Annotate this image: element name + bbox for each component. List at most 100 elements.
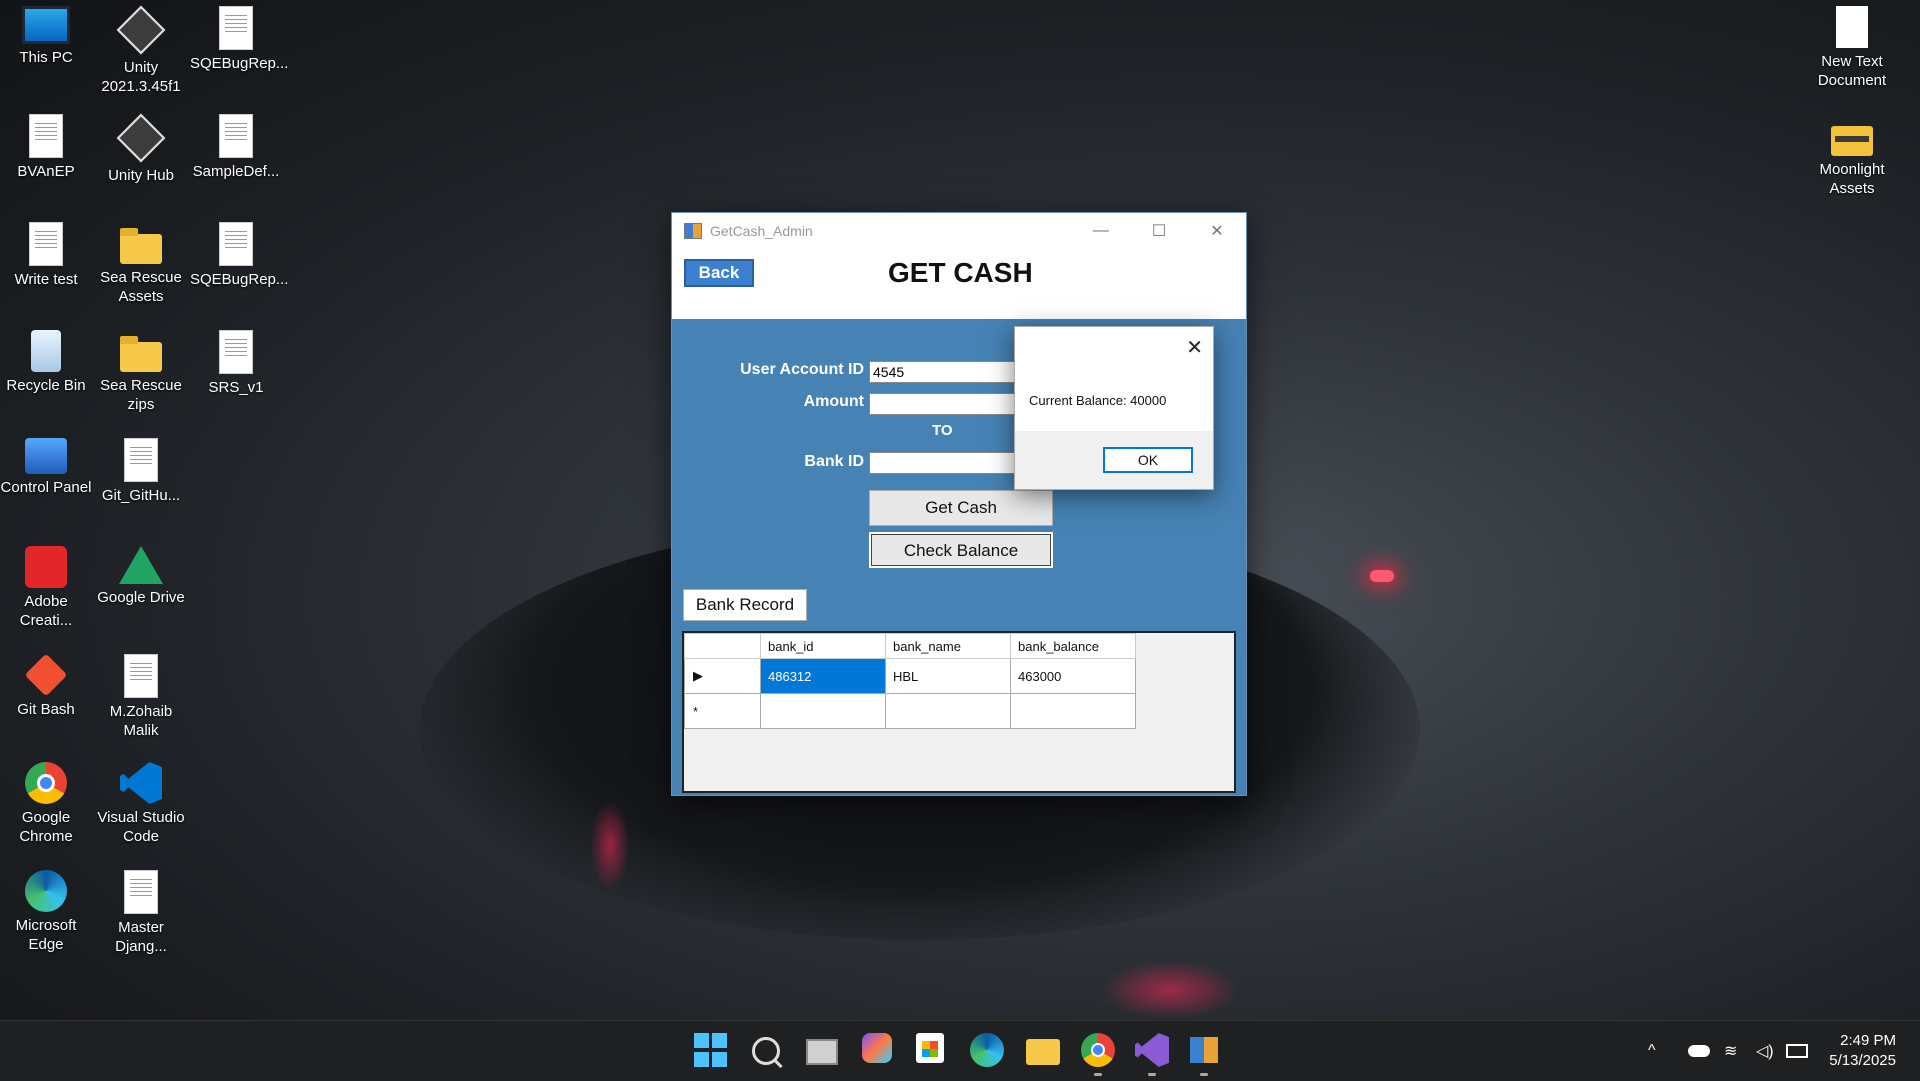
desktop-icon-sqebugrep-2[interactable]: SQEBugRep... [190, 216, 289, 289]
back-button[interactable]: Back [684, 259, 754, 287]
desktop-icon-label: Microsoft Edge [15, 917, 77, 953]
desktop-icon-unity-hub[interactable]: Unity Hub [95, 108, 187, 185]
bank-record-button[interactable]: Bank Record [683, 589, 807, 621]
getcash-app-icon[interactable] [1190, 1037, 1218, 1063]
desktop-icon-adobe-creative[interactable]: Adobe Creati... [0, 540, 92, 630]
desktop-icon-write-test[interactable]: Write test [0, 216, 92, 289]
row-marker[interactable]: ▶ [684, 658, 761, 694]
desktop-icon-vscode[interactable]: Visual Studio Code [95, 756, 187, 846]
ok-button[interactable]: OK [1103, 447, 1193, 473]
desktop-icon-bvanep[interactable]: BVAnEP [0, 108, 92, 181]
running-indicator [1094, 1073, 1102, 1076]
maximize-button[interactable]: ☐ [1130, 213, 1188, 249]
get-cash-button[interactable]: Get Cash [869, 490, 1053, 526]
table-cell[interactable]: 463000 [1010, 658, 1136, 694]
window-title: GetCash_Admin [710, 223, 813, 239]
user-account-input[interactable]: 4545 [869, 361, 1029, 383]
desktop-icon-git-github[interactable]: Git_GitHu... [95, 432, 187, 505]
desktop-icon-unity[interactable]: Unity 2021.3.45f1 [95, 0, 187, 96]
column-header[interactable]: bank_balance [1010, 633, 1136, 659]
battery-icon[interactable] [1786, 1044, 1808, 1058]
text-document-icon [1836, 6, 1868, 48]
wallpaper-taillight [1370, 570, 1394, 582]
wifi-icon[interactable]: ≋ [1724, 1021, 1737, 1081]
column-header[interactable]: bank_name [885, 633, 1011, 659]
desktop-icon-this-pc[interactable]: This PC [0, 0, 92, 67]
vscode-icon [120, 762, 162, 804]
desktop-icon-label: BVAnEP [17, 163, 75, 180]
clock-time: 2:49 PM [1840, 1032, 1896, 1049]
desktop-icon-sampledef[interactable]: SampleDef... [190, 108, 282, 181]
desktop-icon-sqebugrep-1[interactable]: SQEBugRep... [190, 0, 288, 73]
desktop-icon-label: Git Bash [17, 701, 75, 718]
folder-icon [1831, 126, 1873, 156]
close-button[interactable]: ✕ [1188, 213, 1246, 249]
clock[interactable]: 2:49 PM 5/13/2025 [1829, 1031, 1896, 1071]
row-marker[interactable]: * [684, 693, 761, 729]
window-titlebar[interactable]: GetCash_Admin — ☐ ✕ [672, 213, 1246, 249]
task-view-icon[interactable] [806, 1039, 838, 1065]
onedrive-icon[interactable] [1688, 1045, 1710, 1057]
table-cell[interactable] [1010, 693, 1136, 729]
desktop-icon-label: Sea Rescue Assets [100, 269, 182, 305]
desktop-icon-sea-rescue-zips[interactable]: Sea Rescue zips [95, 324, 187, 414]
messagebox-text: Current Balance: 40000 [1029, 393, 1167, 408]
user-account-label: User Account ID [740, 361, 864, 378]
desktop-icon-label: Google Chrome [19, 809, 73, 845]
start-icon[interactable] [694, 1033, 728, 1067]
desktop-icon-srs-v1[interactable]: SRS_v1 [190, 324, 282, 397]
desktop-icon-recycle-bin[interactable]: Recycle Bin [0, 324, 92, 395]
minimize-button[interactable]: — [1072, 213, 1130, 249]
tray-chevron-icon[interactable]: ^ [1648, 1021, 1656, 1081]
document-icon [29, 114, 63, 158]
volume-icon[interactable]: ◁) [1756, 1021, 1774, 1081]
chrome-icon[interactable] [1081, 1033, 1115, 1067]
microsoft-store-icon[interactable] [916, 1033, 944, 1063]
file-explorer-icon[interactable] [1026, 1039, 1060, 1065]
edge-icon[interactable] [970, 1033, 1004, 1067]
table-cell[interactable] [885, 693, 1011, 729]
column-header[interactable]: bank_id [760, 633, 886, 659]
desktop-icon-label: Google Drive [97, 589, 185, 606]
running-indicator [1148, 1073, 1156, 1076]
table-cell[interactable]: HBL [885, 658, 1011, 694]
desktop-icon-master-django[interactable]: Master Djang... [95, 864, 187, 956]
check-balance-button[interactable]: Check Balance [869, 532, 1053, 568]
desktop-icon-label: M.Zohaib Malik [109, 703, 173, 739]
document-icon [219, 330, 253, 374]
desktop-icon-label: Visual Studio Code [97, 809, 185, 845]
desktop-icon-label: Adobe Creati... [19, 593, 73, 629]
table-row[interactable]: ▶ 486312 HBL 463000 [684, 658, 1136, 694]
desktop-icon-microsoft-edge[interactable]: Microsoft Edge [0, 864, 92, 954]
desktop-icon-google-drive[interactable]: Google Drive [95, 540, 187, 607]
row-header-corner [684, 633, 761, 659]
amount-input[interactable] [869, 393, 1029, 415]
desktop-icon-google-chrome[interactable]: Google Chrome [0, 756, 92, 846]
desktop-icon-moonlight-assets[interactable]: Moonlight Assets [1806, 108, 1898, 198]
table-cell[interactable]: 486312 [760, 658, 886, 694]
document-icon [219, 6, 253, 50]
data-table: bank_id bank_name bank_balance ▶ 486312 … [684, 633, 1136, 729]
table-cell[interactable] [760, 693, 886, 729]
desktop-icon-git-bash[interactable]: Git Bash [0, 648, 92, 719]
desktop-icon-mzohaib-malik[interactable]: M.Zohaib Malik [95, 648, 187, 740]
header-area: Back GET CASH [672, 249, 1246, 307]
desktop-icon-sea-rescue-assets[interactable]: Sea Rescue Assets [95, 216, 187, 306]
copilot-icon[interactable] [862, 1033, 892, 1063]
desktop-icon-label: Write test [14, 271, 78, 288]
desktop-icon-label: Sea Rescue zips [100, 377, 182, 413]
messagebox-close-button[interactable]: ✕ [1186, 335, 1203, 360]
desktop-icon-label: SQEBugRep... [190, 271, 289, 288]
computer-icon [22, 6, 70, 44]
getcash-window: GetCash_Admin — ☐ ✕ Back GET CASH User A… [671, 212, 1247, 796]
document-icon [124, 654, 158, 698]
desktop-icon-control-panel[interactable]: Control Panel [0, 432, 92, 497]
search-icon[interactable] [752, 1037, 780, 1065]
desktop-icon-new-text-document[interactable]: New Text Document [1806, 0, 1898, 90]
bank-id-input[interactable] [869, 452, 1029, 474]
desktop-icon-label: Moonlight Assets [1819, 161, 1885, 197]
table-row-new[interactable]: * [684, 693, 1136, 729]
bank-record-grid[interactable]: bank_id bank_name bank_balance ▶ 486312 … [682, 631, 1236, 793]
visual-studio-icon[interactable] [1135, 1033, 1169, 1067]
git-icon [24, 653, 68, 697]
